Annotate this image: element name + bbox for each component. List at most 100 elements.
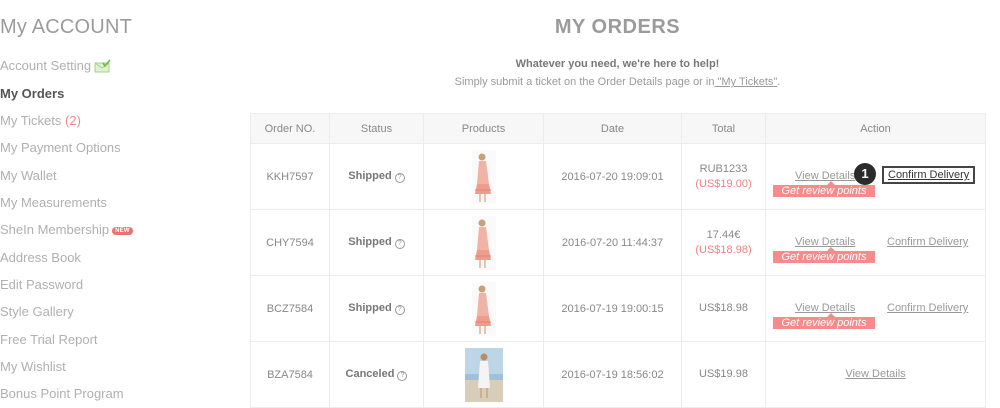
- sidebar-item-bonus-points[interactable]: Bonus Point Program: [0, 386, 124, 401]
- confirm-delivery-link[interactable]: Confirm Delivery: [887, 236, 968, 248]
- get-review-points-button[interactable]: Get review points: [773, 313, 875, 329]
- order-total: 17.44€ (US$18.98): [681, 209, 766, 276]
- order-total: RUB1233 (US$19.00): [681, 143, 766, 210]
- sidebar-item-label: Account Setting: [0, 58, 92, 73]
- confirm-delivery-link[interactable]: Confirm Delivery: [887, 302, 968, 314]
- question-circle-icon[interactable]: ?: [397, 371, 408, 381]
- sidebar-item-label: Bonus Point Program: [0, 386, 124, 401]
- sidebar-item-address-book[interactable]: Address Book: [0, 250, 81, 265]
- action-cell: View Details: [765, 341, 986, 408]
- column-header: Status: [329, 113, 424, 144]
- sidebar-item-label: My Tickets: [0, 113, 62, 128]
- help-text: Simply submit a ticket on the Order Deta…: [250, 76, 985, 88]
- status-text: Shipped: [348, 236, 392, 248]
- status-text: Canceled: [345, 368, 395, 380]
- sidebar-title: My ACCOUNT: [0, 16, 132, 38]
- sidebar-item-free-trial-report[interactable]: Free Trial Report: [0, 332, 98, 347]
- order-date: 2016-07-19 18:56:02: [543, 341, 682, 408]
- sidebar-item-my-tickets[interactable]: My Tickets (2): [0, 113, 81, 128]
- sidebar-item-label: Edit Password: [0, 277, 84, 292]
- column-header: Total: [681, 113, 766, 144]
- product-thumbnail[interactable]: [471, 281, 496, 336]
- action-cell: View Details 1 Confirm Delivery Get revi…: [765, 143, 986, 210]
- table-row: CHY7594 Shipped? 2016-07-20 11:44:37 17.…: [250, 209, 986, 276]
- get-review-points-button[interactable]: Get review points: [773, 247, 875, 263]
- status-text: Shipped: [348, 170, 392, 182]
- column-header: Action: [765, 113, 986, 144]
- question-circle-icon[interactable]: ?: [394, 239, 405, 249]
- page-title: MY ORDERS: [554, 16, 681, 38]
- sidebar-item-label: SheIn Membership: [0, 222, 110, 237]
- sidebar-item-measurements[interactable]: My Measurements: [0, 195, 107, 210]
- sidebar-item-wallet[interactable]: My Wallet: [0, 168, 57, 183]
- sidebar-item-wishlist[interactable]: My Wishlist: [0, 359, 66, 374]
- total-amount: RUB1233: [699, 162, 748, 175]
- sidebar-item-label: Style Gallery: [0, 304, 74, 319]
- view-details-link[interactable]: View Details: [795, 170, 855, 182]
- view-details-wrapper: View Details: [766, 368, 985, 380]
- view-details-link[interactable]: View Details: [845, 368, 905, 380]
- help-text-prefix: Simply submit a ticket on the Order Deta…: [454, 76, 715, 88]
- total-amount: US$19.98: [699, 368, 748, 380]
- sidebar-item-style-gallery[interactable]: Style Gallery: [0, 304, 74, 319]
- sidebar-item-my-orders[interactable]: My Orders: [0, 86, 64, 101]
- envelope-check-icon: [94, 59, 111, 76]
- product-cell: [423, 275, 544, 342]
- product-cell: [423, 341, 544, 408]
- order-number: BZA7584: [250, 341, 330, 408]
- sidebar-item-label: Address Book: [0, 250, 81, 265]
- help-heading: Whatever you need, we're here to help!: [515, 58, 720, 70]
- order-status: Shipped?: [329, 143, 424, 210]
- order-date: 2016-07-19 19:00:15: [543, 275, 682, 342]
- product-cell: [423, 209, 544, 276]
- view-details-link[interactable]: View Details: [795, 236, 855, 248]
- view-details-link[interactable]: View Details: [795, 302, 855, 314]
- total-amount: US$18.98: [699, 302, 748, 314]
- column-header: Order NO.: [250, 113, 330, 144]
- orders-table: Order NO. Status Products Date Total Act…: [250, 113, 986, 408]
- table-row: KKH7597 Shipped? 2016-07-20 19:09:01 RUB…: [250, 143, 986, 210]
- order-number: BCZ7584: [250, 275, 330, 342]
- sidebar-item-payment-options[interactable]: My Payment Options: [0, 140, 121, 155]
- sidebar-item-account-setting[interactable]: Account Setting: [0, 58, 111, 76]
- sidebar-item-label: My Wishlist: [0, 359, 66, 374]
- status-text: Shipped: [348, 302, 392, 314]
- table-header-row: Order NO. Status Products Date Total Act…: [250, 113, 986, 144]
- product-cell: [423, 143, 544, 210]
- total-usd: (US$19.00): [695, 177, 752, 190]
- total-amount: 17.44€: [706, 228, 741, 241]
- account-sidebar: My ACCOUNT Account Setting My Orders My …: [0, 0, 240, 401]
- sidebar-item-membership[interactable]: SheIn Membership NEW: [0, 222, 133, 237]
- column-header: Date: [543, 113, 682, 144]
- action-cell: View Details Confirm Delivery Get review…: [765, 275, 986, 342]
- sidebar-item-label: My Orders: [0, 86, 65, 101]
- product-thumbnail[interactable]: [464, 347, 503, 402]
- order-status: Shipped?: [329, 275, 424, 342]
- order-total: US$19.98: [681, 341, 766, 408]
- new-badge: NEW: [112, 227, 133, 235]
- product-thumbnail[interactable]: [471, 149, 496, 204]
- sidebar-item-label: My Wallet: [0, 168, 57, 183]
- sidebar-item-edit-password[interactable]: Edit Password: [0, 277, 83, 292]
- table-row: BCZ7584 Shipped? 2016-07-19 19:00:15 US$…: [250, 275, 986, 342]
- help-text-suffix: .: [777, 76, 781, 88]
- action-cell: View Details Confirm Delivery Get review…: [765, 209, 986, 276]
- step-marker: 1: [854, 163, 876, 185]
- my-tickets-link[interactable]: "My Tickets": [714, 76, 778, 88]
- total-usd: (US$18.98): [695, 243, 752, 256]
- confirm-delivery-link[interactable]: Confirm Delivery: [882, 166, 976, 184]
- sidebar-item-label: Free Trial Report: [0, 332, 98, 347]
- tickets-count: (2): [65, 113, 81, 128]
- question-circle-icon[interactable]: ?: [394, 173, 405, 183]
- order-date: 2016-07-20 11:44:37: [543, 209, 682, 276]
- order-number: CHY7594: [250, 209, 330, 276]
- order-date: 2016-07-20 19:09:01: [543, 143, 682, 210]
- order-status: Canceled?: [329, 341, 424, 408]
- get-review-points-button[interactable]: Get review points: [773, 181, 875, 197]
- question-circle-icon[interactable]: ?: [394, 305, 405, 315]
- sidebar-item-label: My Payment Options: [0, 140, 121, 155]
- table-row: BZA7584 Canceled? 2016-07-19 18:56:02 US…: [250, 341, 986, 408]
- product-thumbnail[interactable]: [471, 215, 496, 270]
- order-number: KKH7597: [250, 143, 330, 210]
- sidebar-item-label: My Measurements: [0, 195, 107, 210]
